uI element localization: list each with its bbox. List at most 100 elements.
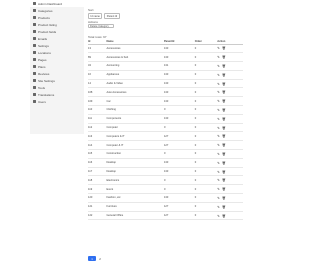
- cell-parent-id: 127: [163, 202, 195, 212]
- delete-icon[interactable]: 🗑: [222, 108, 226, 112]
- main-content: Sort Id name Parent Id Actions Delete Ca…: [86, 0, 246, 280]
- sidebar-item[interactable]: Site Settings: [30, 77, 84, 84]
- cell-id: 108: [88, 87, 107, 98]
- cell-action: ✎ 🗑: [217, 123, 243, 133]
- cell-parent-id: 133: [163, 167, 195, 177]
- cell-parent-id: 0: [163, 123, 195, 133]
- cell-id: 110: [88, 105, 107, 115]
- cell-name: Electronics: [106, 175, 164, 186]
- delete-icon[interactable]: 🗑: [222, 64, 226, 68]
- sidebar-item-label: Plans: [38, 64, 46, 69]
- edit-icon[interactable]: ✎: [217, 126, 220, 130]
- bulk-action-select[interactable]: Delete Category: [88, 24, 114, 28]
- cell-name: Clothing: [106, 105, 164, 115]
- sidebar-item-label: Reviews: [38, 71, 50, 76]
- cell-id: 14: [88, 79, 107, 89]
- sidebar-item[interactable]: Categories: [30, 7, 84, 14]
- sidebar-item[interactable]: Pages: [30, 56, 84, 63]
- delete-icon[interactable]: 🗑: [222, 143, 226, 147]
- cell-order: 0: [194, 52, 218, 63]
- sidebar-item[interactable]: Emails: [30, 35, 84, 42]
- sidebar-item[interactable]: Locations: [30, 49, 84, 56]
- table-row: 112 Computer 0 0 ✎ 🗑: [88, 123, 243, 133]
- delete-icon[interactable]: 🗑: [222, 73, 226, 77]
- sidebar-item-label: Emails: [38, 36, 48, 41]
- edit-icon[interactable]: ✎: [217, 187, 220, 191]
- delete-icon[interactable]: 🗑: [222, 117, 226, 121]
- cell-action: ✎ 🗑: [217, 105, 243, 115]
- cell-id: 34: [88, 61, 107, 71]
- cell-name: Fashion, etc: [106, 193, 164, 203]
- table-row: 117 Desktop 133 0 ✎ 🗑: [88, 167, 243, 177]
- edit-icon[interactable]: ✎: [217, 196, 220, 200]
- cell-order: 0: [194, 202, 218, 212]
- cell-action: ✎ 🗑: [217, 202, 243, 212]
- table-row: 121 Furniture 127 0 ✎ 🗑: [88, 202, 243, 212]
- edit-icon[interactable]: ✎: [217, 152, 220, 156]
- edit-icon[interactable]: ✎: [217, 108, 220, 112]
- sidebar-item[interactable]: Settings: [30, 42, 84, 49]
- delete-icon[interactable]: 🗑: [222, 46, 226, 50]
- edit-icon[interactable]: ✎: [217, 134, 220, 138]
- cell-action: ✎ 🗑: [217, 131, 243, 142]
- delete-icon[interactable]: 🗑: [222, 187, 226, 191]
- cell-parent-id: 133: [163, 158, 195, 168]
- delete-icon[interactable]: 🗑: [222, 170, 226, 174]
- edit-icon[interactable]: ✎: [217, 64, 220, 68]
- delete-icon[interactable]: 🗑: [222, 55, 226, 59]
- delete-icon[interactable]: 🗑: [222, 134, 226, 138]
- edit-icon[interactable]: ✎: [217, 73, 220, 77]
- sidebar-item[interactable]: Products: [30, 14, 84, 21]
- table-row: 108 Auto Accessories 133 0 ✎ 🗑: [88, 87, 243, 98]
- sidebar-item[interactable]: Tools: [30, 84, 84, 91]
- cell-order: 0: [194, 87, 218, 98]
- cell-action: ✎ 🗑: [217, 87, 243, 98]
- delete-icon[interactable]: 🗑: [222, 205, 226, 209]
- edit-icon[interactable]: ✎: [217, 214, 220, 218]
- edit-icon[interactable]: ✎: [217, 82, 220, 86]
- edit-icon[interactable]: ✎: [217, 90, 220, 94]
- sidebar-item[interactable]: Translations: [30, 91, 84, 98]
- delete-icon[interactable]: 🗑: [222, 178, 226, 182]
- sort-label: Sort: [88, 8, 94, 12]
- page-2-button[interactable]: 2: [96, 256, 104, 261]
- delete-icon[interactable]: 🗑: [222, 126, 226, 130]
- cell-name: Appliances: [106, 70, 164, 80]
- sidebar-item[interactable]: Product listing: [30, 21, 84, 28]
- page-1-button[interactable]: 1: [88, 256, 96, 261]
- sidebar-item-label: Pages: [38, 57, 47, 62]
- cell-parent-id: 133: [163, 52, 195, 63]
- delete-icon[interactable]: 🗑: [222, 90, 226, 94]
- edit-icon[interactable]: ✎: [217, 170, 220, 174]
- cell-parent-id: 0: [163, 149, 195, 159]
- delete-icon[interactable]: 🗑: [222, 196, 226, 200]
- edit-icon[interactable]: ✎: [217, 143, 220, 147]
- edit-icon[interactable]: ✎: [217, 178, 220, 182]
- edit-icon[interactable]: ✎: [217, 46, 220, 50]
- cell-name: Computer & IT: [106, 140, 164, 151]
- sidebar: Admin Dashboard Categories Products Product…: [30, 0, 84, 134]
- table-row: 89 Accessories & Sub 133 0 ✎ 🗑: [88, 52, 243, 63]
- cell-action: ✎ 🗑: [217, 44, 243, 54]
- cell-parent-id: 127: [163, 211, 195, 221]
- delete-icon[interactable]: 🗑: [222, 99, 226, 103]
- delete-icon[interactable]: 🗑: [222, 152, 226, 156]
- cell-id: 112: [88, 123, 107, 133]
- edit-icon[interactable]: ✎: [217, 205, 220, 209]
- edit-icon[interactable]: ✎: [217, 161, 220, 165]
- edit-icon[interactable]: ✎: [217, 117, 220, 121]
- sort-parent-id-button[interactable]: Parent Id: [104, 13, 120, 19]
- sidebar-item[interactable]: Reviews: [30, 70, 84, 77]
- sidebar-item[interactable]: Admin Dashboard: [30, 0, 84, 7]
- delete-icon[interactable]: 🗑: [222, 82, 226, 86]
- star-icon: [33, 72, 36, 75]
- sort-id-name-button[interactable]: Id name: [88, 13, 103, 19]
- delete-icon[interactable]: 🗑: [222, 214, 226, 218]
- sidebar-item-label: Settings: [38, 43, 49, 48]
- sidebar-item[interactable]: Users: [30, 98, 84, 105]
- sidebar-item[interactable]: Plans: [30, 63, 84, 70]
- sidebar-item[interactable]: Product fields: [30, 28, 84, 35]
- edit-icon[interactable]: ✎: [217, 55, 220, 59]
- delete-icon[interactable]: 🗑: [222, 161, 226, 165]
- edit-icon[interactable]: ✎: [217, 99, 220, 103]
